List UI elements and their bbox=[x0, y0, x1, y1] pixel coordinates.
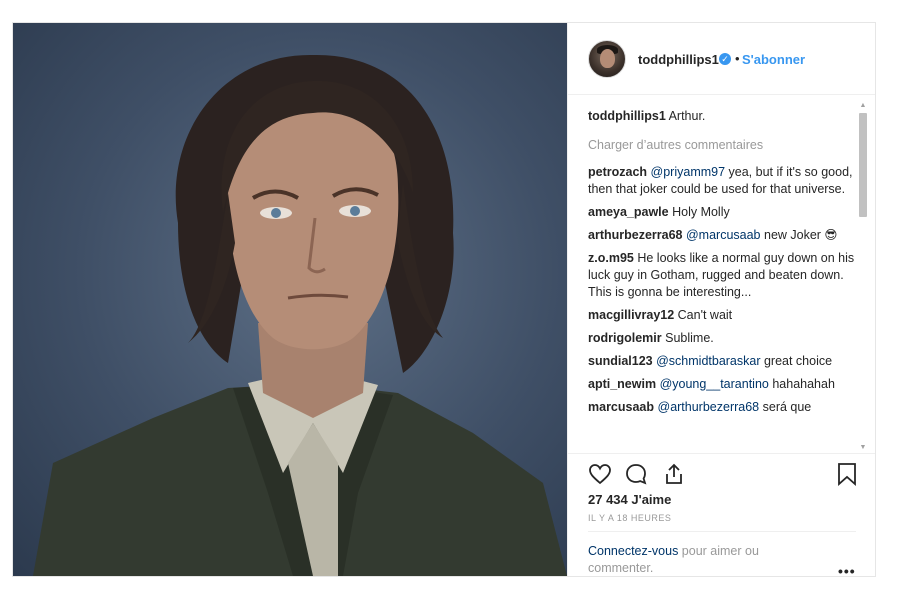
divider bbox=[588, 531, 856, 532]
likes-count[interactable]: 27 434 J'aime bbox=[588, 492, 671, 507]
comment-text: Sublime. bbox=[665, 331, 714, 345]
caption-text: Arthur. bbox=[668, 109, 706, 123]
post-card: toddphillips1 ✓ • S'abonner toddphillips… bbox=[12, 22, 876, 579]
comment-item: petrozach @priyamm97 yea, but if it's so… bbox=[588, 164, 857, 198]
comment-username[interactable]: z.o.m95 bbox=[588, 251, 634, 265]
user-avatar[interactable] bbox=[588, 40, 626, 78]
comment-username[interactable]: macgillivray12 bbox=[588, 308, 674, 322]
comment-item: sundial123 @schmidtbaraskar great choice bbox=[588, 353, 857, 370]
comment-container: petrozach @priyamm97 yea, but if it's so… bbox=[588, 164, 857, 416]
login-prompt-area: Connectez-vous pour aimer ou commenter. … bbox=[568, 511, 875, 579]
comment-text: hahahahah bbox=[768, 377, 835, 391]
header-separator: • bbox=[735, 51, 740, 66]
comment-item: rodrigolemir Sublime. bbox=[588, 330, 857, 347]
comment-mention[interactable]: @schmidtbaraskar bbox=[656, 354, 760, 368]
login-prompt: Connectez-vous pour aimer ou commenter. bbox=[588, 543, 818, 577]
comment-item: apti_newim @young__tarantino hahahahah bbox=[588, 376, 857, 393]
header-username[interactable]: toddphillips1 bbox=[638, 52, 719, 67]
comment-text: Can't wait bbox=[677, 308, 733, 322]
comment-mention[interactable]: @arthurbezerra68 bbox=[658, 400, 760, 414]
comment-bubble-icon[interactable] bbox=[624, 462, 648, 491]
comment-username[interactable]: rodrigolemir bbox=[588, 331, 662, 345]
comment-text: new Joker 😎 bbox=[760, 228, 838, 242]
share-icon[interactable] bbox=[662, 462, 686, 491]
comment-text: será que bbox=[759, 400, 812, 414]
load-more-comments-link[interactable]: Charger d’autres commentaires bbox=[588, 137, 857, 154]
post-photo[interactable] bbox=[13, 23, 567, 576]
comment-item: macgillivray12 Can't wait bbox=[588, 307, 857, 324]
comment-username[interactable]: marcusaab bbox=[588, 400, 654, 414]
login-link[interactable]: Connectez-vous bbox=[588, 544, 678, 558]
bookmark-icon[interactable] bbox=[836, 462, 858, 491]
heart-icon[interactable] bbox=[588, 462, 612, 491]
comment-text: great choice bbox=[760, 354, 833, 368]
post-header: toddphillips1 ✓ • S'abonner bbox=[568, 23, 875, 95]
comment-username[interactable]: arthurbezerra68 bbox=[588, 228, 683, 242]
portrait-image bbox=[33, 54, 567, 576]
comment-username[interactable]: sundial123 bbox=[588, 354, 653, 368]
verified-badge-icon: ✓ bbox=[719, 53, 731, 65]
caption: toddphillips1 Arthur. bbox=[588, 108, 857, 125]
comment-mention[interactable]: @priyamm97 bbox=[651, 165, 726, 179]
comment-mention[interactable]: @young__tarantino bbox=[660, 377, 769, 391]
comment-item: marcusaab @arthurbezerra68 será que bbox=[588, 399, 857, 416]
comment-mention[interactable]: @marcusaab bbox=[686, 228, 761, 242]
scroll-down-arrow-icon[interactable]: ▼ bbox=[857, 443, 869, 453]
post-sidebar: toddphillips1 ✓ • S'abonner toddphillips… bbox=[567, 23, 875, 579]
scroll-thumb[interactable] bbox=[859, 113, 867, 217]
scroll-up-arrow-icon[interactable]: ▲ bbox=[857, 101, 869, 111]
comments-scrollbar[interactable]: ▲ ▼ bbox=[857, 101, 869, 453]
caption-username[interactable]: toddphillips1 bbox=[588, 109, 666, 123]
comment-text: Holy Molly bbox=[672, 205, 730, 219]
comment-item: z.o.m95 He looks like a normal guy down … bbox=[588, 250, 857, 301]
comment-username[interactable]: ameya_pawle bbox=[588, 205, 669, 219]
comment-item: ameya_pawle Holy Molly bbox=[588, 204, 857, 221]
comment-item: arthurbezerra68 @marcusaab new Joker 😎 bbox=[588, 227, 857, 244]
more-options-icon[interactable]: ••• bbox=[838, 563, 856, 579]
comment-username[interactable]: petrozach bbox=[588, 165, 647, 179]
follow-button[interactable]: S'abonner bbox=[742, 52, 805, 67]
comment-username[interactable]: apti_newim bbox=[588, 377, 656, 391]
avatar-face bbox=[600, 49, 615, 68]
post-actions bbox=[568, 453, 875, 493]
comments-list[interactable]: toddphillips1 Arthur. Charger d’autres c… bbox=[588, 95, 857, 453]
